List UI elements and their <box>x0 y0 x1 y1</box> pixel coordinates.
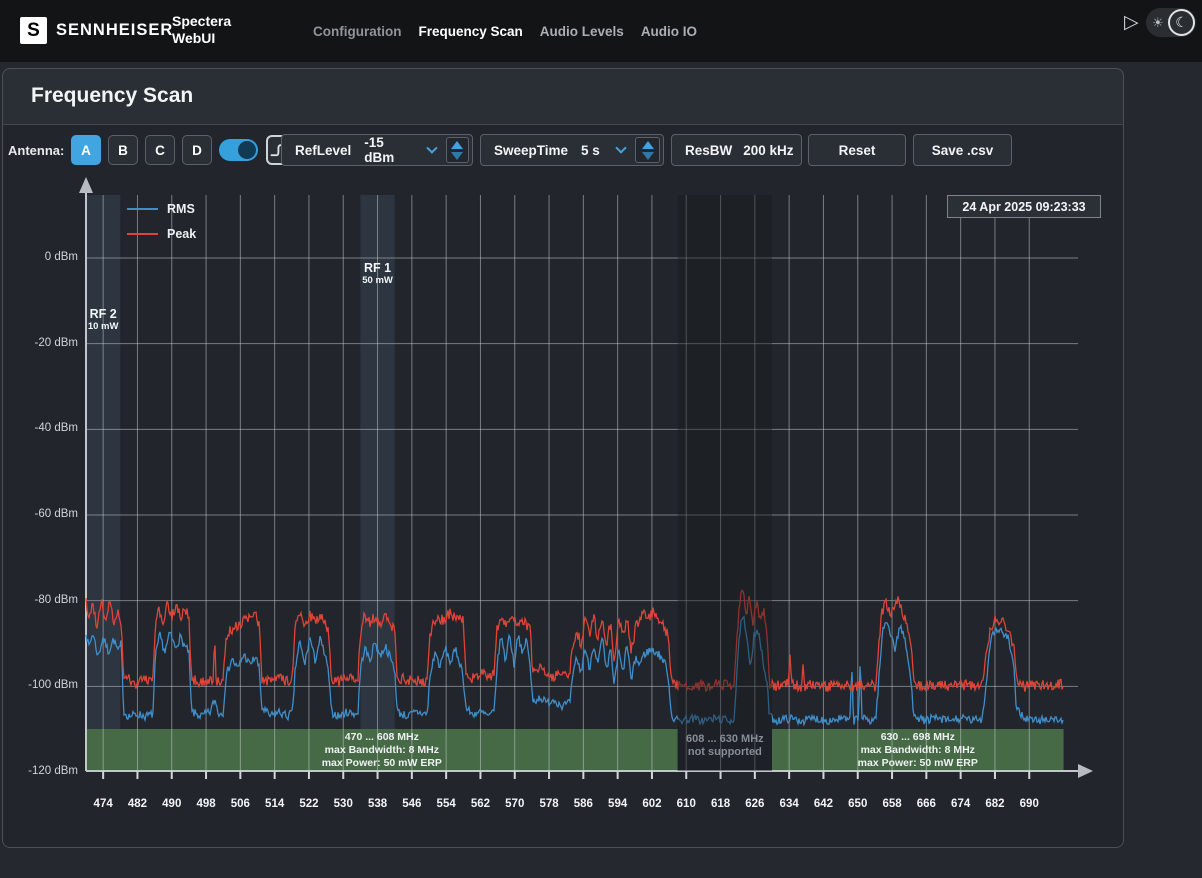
decrease-icon[interactable] <box>642 152 654 160</box>
res-bw-label: ResBW <box>685 143 732 158</box>
ref-level-value: -15 dBm <box>364 135 414 165</box>
top-navbar: S SENNHEISER Spectera WebUI Configuratio… <box>0 0 1202 62</box>
sennheiser-logo-icon: S <box>20 17 47 44</box>
sweep-time-label: SweepTime <box>494 143 568 158</box>
nav-item-configuration[interactable]: Configuration <box>313 24 401 39</box>
product-line1: Spectera <box>172 13 231 30</box>
light-mode-sun-icon[interactable]: ☀ <box>1152 15 1164 31</box>
ref-level-control[interactable]: RefLevel -15 dBm <box>281 134 473 166</box>
rf-channels-toggle[interactable] <box>219 139 258 161</box>
antenna-button-group: ABCD <box>71 135 212 165</box>
dark-mode-moon-icon[interactable]: ☾ <box>1168 9 1195 36</box>
chevron-down-icon[interactable] <box>426 142 437 153</box>
antenna-button-d[interactable]: D <box>182 135 212 165</box>
antenna-button-a[interactable]: A <box>71 135 101 165</box>
res-bw-value: 200 kHz <box>743 143 793 158</box>
increase-icon[interactable] <box>451 141 463 149</box>
sweep-time-value: 5 s <box>581 143 600 158</box>
nav-links: Configuration Frequency Scan Audio Level… <box>313 24 697 39</box>
antenna-button-c[interactable]: C <box>145 135 175 165</box>
toggle-knob <box>238 141 256 159</box>
antenna-button-b[interactable]: B <box>108 135 138 165</box>
spectrum-chart <box>0 0 1202 878</box>
scan-toolbar: Antenna: ABCD RefLevel -15 dBm SweepTime… <box>0 134 1124 168</box>
sweep-time-control[interactable]: SweepTime 5 s <box>480 134 664 166</box>
spectera-webui: S SENNHEISER Spectera WebUI Configuratio… <box>0 0 1202 878</box>
nav-item-frequency-scan[interactable]: Frequency Scan <box>418 24 522 39</box>
unsupported-dim-overlay <box>678 195 772 771</box>
sweep-time-stepper[interactable] <box>635 137 660 163</box>
play-icon[interactable]: ▷ <box>1124 11 1139 34</box>
regulatory-band-0 <box>86 729 678 771</box>
chevron-down-icon[interactable] <box>615 142 626 153</box>
ref-level-stepper[interactable] <box>446 137 469 163</box>
trace-peak <box>86 590 1063 691</box>
reset-button[interactable]: Reset <box>808 134 906 166</box>
antenna-label: Antenna: <box>8 143 64 158</box>
theme-toggle[interactable]: ☀ ☾ <box>1146 8 1196 37</box>
nav-item-audio-levels[interactable]: Audio Levels <box>540 24 624 39</box>
increase-icon[interactable] <box>642 141 654 149</box>
decrease-icon[interactable] <box>451 152 463 160</box>
product-line2: WebUI <box>172 30 231 47</box>
ref-level-label: RefLevel <box>295 143 351 158</box>
brand-name: SENNHEISER <box>56 21 173 40</box>
product-name: Spectera WebUI <box>172 13 231 47</box>
regulatory-band-2 <box>772 729 1064 771</box>
res-bw-control[interactable]: ResBW 200 kHz <box>671 134 802 166</box>
nav-item-audio-io[interactable]: Audio IO <box>641 24 697 39</box>
save-csv-button[interactable]: Save .csv <box>913 134 1012 166</box>
